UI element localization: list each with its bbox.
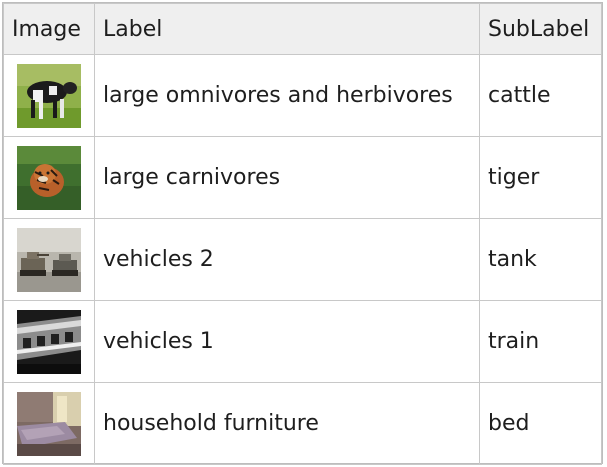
- data-table: Image Label SubLabel large omnivores and…: [2, 2, 603, 465]
- column-header-image[interactable]: Image: [3, 3, 95, 55]
- sublabel-cell: cattle: [479, 54, 602, 137]
- image-cell: [3, 136, 95, 219]
- train-thumbnail: [17, 309, 81, 374]
- image-cell: [3, 218, 95, 301]
- table-row: vehicles 1 train: [3, 300, 602, 383]
- sublabel-cell: tiger: [479, 136, 602, 219]
- table-row: vehicles 2 tank: [3, 218, 602, 301]
- label-cell: vehicles 2: [94, 218, 480, 301]
- image-cell: [3, 54, 95, 137]
- cattle-thumbnail: [17, 63, 81, 128]
- bed-thumbnail: [17, 391, 81, 456]
- label-cell: large carnivores: [94, 136, 480, 219]
- label-cell: vehicles 1: [94, 300, 480, 383]
- header-row: Image Label SubLabel: [3, 3, 602, 55]
- table-row: large carnivores tiger: [3, 136, 602, 219]
- table-row: large omnivores and herbivores cattle: [3, 54, 602, 137]
- column-header-sublabel[interactable]: SubLabel: [479, 3, 602, 55]
- image-cell: [3, 382, 95, 465]
- column-header-label[interactable]: Label: [94, 3, 480, 55]
- sublabel-cell: tank: [479, 218, 602, 301]
- sublabel-cell: train: [479, 300, 602, 383]
- label-cell: large omnivores and herbivores: [94, 54, 480, 137]
- tiger-thumbnail: [17, 145, 81, 210]
- sublabel-cell: bed: [479, 382, 602, 465]
- tank-thumbnail: [17, 227, 81, 292]
- image-cell: [3, 300, 95, 383]
- label-cell: household furniture: [94, 382, 480, 465]
- dataset-table: Image Label SubLabel large omnivores and…: [3, 3, 602, 465]
- table-row: household furniture bed: [3, 382, 602, 465]
